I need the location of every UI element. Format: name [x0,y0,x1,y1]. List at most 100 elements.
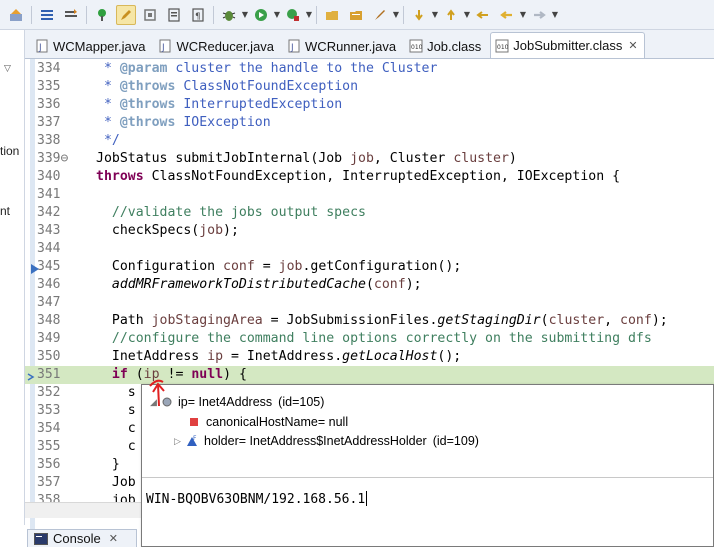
next-annotation-dropdown-icon[interactable]: ▼ [431,10,439,19]
tab-console[interactable]: Console ✕ [27,529,137,547]
last-edit-icon[interactable] [473,5,493,25]
code-line[interactable]: 337 * @throws IOException [25,114,714,132]
detail-value: WIN-BQOBV63OBNM/192.168.56.1 [146,492,366,507]
tab-jobsubmitter-class[interactable]: 010 JobSubmitter.class ✕ [490,32,645,58]
pen-icon[interactable] [116,4,136,25]
back-icon[interactable] [497,5,517,25]
line-number: 340 [37,169,61,184]
code-line[interactable]: 335 * @throws ClassNotFoundException [25,78,714,96]
code-line[interactable]: 346 addMRFrameworkToDistributedCache(con… [25,276,714,294]
horizontal-scrollbar[interactable] [25,502,145,518]
run-dropdown-icon[interactable]: ▼ [273,10,281,19]
collapsed-arrow-icon[interactable]: ▷ [174,436,186,447]
toolbar-separator [213,5,214,24]
mark-occurrences-icon[interactable] [140,5,160,25]
toolbar-separator [86,5,87,24]
code-text: //validate the jobs output specs [96,205,366,220]
breakpoint-icon[interactable] [31,262,39,274]
line-number: 337 [37,115,61,130]
tab-label: WCReducer.java [176,38,275,54]
next-annotation-icon[interactable] [409,5,429,25]
line-number: 335 [37,79,61,94]
code-line[interactable]: 347 [25,294,714,312]
line-number: 351 [37,367,61,382]
perspective-icon[interactable] [6,5,26,25]
new-package-icon[interactable] [322,5,342,25]
svg-text:J: J [38,43,42,53]
tab-wcmapper[interactable]: J WCMapper.java [31,34,151,58]
close-icon[interactable]: ✕ [628,39,637,52]
tab-wcrunner[interactable]: J WCRunner.java [283,34,402,58]
line-number: 347 [37,295,61,310]
eclipse-debug-window: ¶ ▼ ▼ ▼ ▼ ▼ ▼ ▼ ▼ ▽ tion nt J WCMapper.j… [0,0,714,547]
toolbar-separator [31,5,32,24]
code-line[interactable]: 342 //validate the jobs output specs [25,204,714,222]
tab-wcreducer[interactable]: J WCReducer.java [154,34,280,58]
line-number: 338 [37,133,61,148]
field-id: (id=109) [432,434,479,448]
code-line[interactable]: 339⊖ JobStatus submitJobInternal(Job job,… [25,150,714,168]
brush-dropdown-icon[interactable]: ▼ [392,10,400,19]
line-number: 334 [37,61,61,76]
code-line[interactable]: 336 * @throws InterruptedException [25,96,714,114]
external-tools-icon[interactable] [283,5,303,25]
debug-dropdown-icon[interactable]: ▼ [241,10,249,19]
detail-pane[interactable]: WIN-BQOBV63OBNM/192.168.56.1 [146,491,368,507]
tree-node-ip[interactable]: ◢ ip= Inet4Address (id=105) [150,393,324,411]
code-line[interactable]: 343 checkSpecs(job); [25,222,714,240]
brush-icon[interactable] [370,5,390,25]
code-line[interactable]: 341 [25,186,714,204]
tab-job-class[interactable]: 010 Job.class [405,34,487,58]
code-line[interactable]: 348 Path jobStagingArea = JobSubmissionF… [25,312,714,330]
code-line[interactable]: 344 [25,240,714,258]
code-text: Path jobStagingArea = JobSubmissionFiles… [96,313,668,328]
svg-text:¶: ¶ [195,12,201,22]
code-text: //configure the command line options cor… [96,331,652,346]
forward-dropdown-icon[interactable]: ▼ [551,10,559,19]
tree-node-canonical-host[interactable]: canonicalHostName= null [190,413,348,431]
code-line[interactable]: 334 * @param cluster the handle to the C… [25,60,714,78]
open-folder-icon[interactable] [346,5,366,25]
line-number: 348 [37,313,61,328]
forward-icon[interactable] [529,5,549,25]
expanded-arrow-icon[interactable]: ◢ [150,397,162,408]
format-icon[interactable] [61,5,81,25]
code-line[interactable]: 340 throws ClassNotFoundException, Interr… [25,168,714,186]
tab-label: Job.class [427,38,482,54]
toolbar-separator [316,5,317,24]
current-code-line[interactable]: 351 if (ip != null) { [25,366,714,384]
line-number: 342 [37,205,61,220]
pin-icon[interactable] [92,5,112,25]
code-line[interactable]: 338 */ [25,132,714,150]
close-icon[interactable]: ✕ [109,532,118,545]
tree-node-holder[interactable]: ▷ F holder= InetAddress$InetAddressHolde… [174,432,479,450]
code-text: addMRFrameworkToDistributedCache(conf); [111,277,422,292]
debug-icon[interactable] [219,5,239,25]
code-line[interactable]: 350 InetAddress ip = InetAddress.getLoca… [25,348,714,366]
code-line[interactable]: 345 Configuration conf = job.getConfigur… [25,258,714,276]
instruction-pointer-icon [27,370,37,381]
tab-label: WCRunner.java [305,38,397,54]
java-file-icon: J [287,39,301,53]
line-number: 350 [37,349,61,364]
prev-annotation-dropdown-icon[interactable]: ▼ [463,10,471,19]
code-line[interactable]: 349 //configure the command line options… [25,330,714,348]
code-text: * @throws InterruptedException [96,97,343,112]
toggle-list-icon[interactable] [37,5,57,25]
prev-annotation-icon[interactable] [441,5,461,25]
show-whitespace-icon[interactable]: ¶ [188,5,208,25]
package-explorer-strip: ▽ tion nt [0,30,25,525]
code-text: checkSpecs(job); [96,223,239,238]
external-tools-dropdown-icon[interactable]: ▼ [305,10,313,19]
tab-label: JobSubmitter.class [513,38,623,53]
run-icon[interactable] [251,5,271,25]
code-text: s [96,385,136,400]
svg-text:F: F [193,435,197,442]
console-icon [34,532,48,545]
debug-hover-popup[interactable]: ◢ ip= Inet4Address (id=105) canonicalHos… [141,384,714,547]
view-menu-icon[interactable]: ▽ [4,64,11,74]
back-dropdown-icon[interactable]: ▼ [519,10,527,19]
class-file-icon: 010 [409,39,423,53]
block-selection-icon[interactable] [164,5,184,25]
svg-text:010: 010 [411,44,423,51]
